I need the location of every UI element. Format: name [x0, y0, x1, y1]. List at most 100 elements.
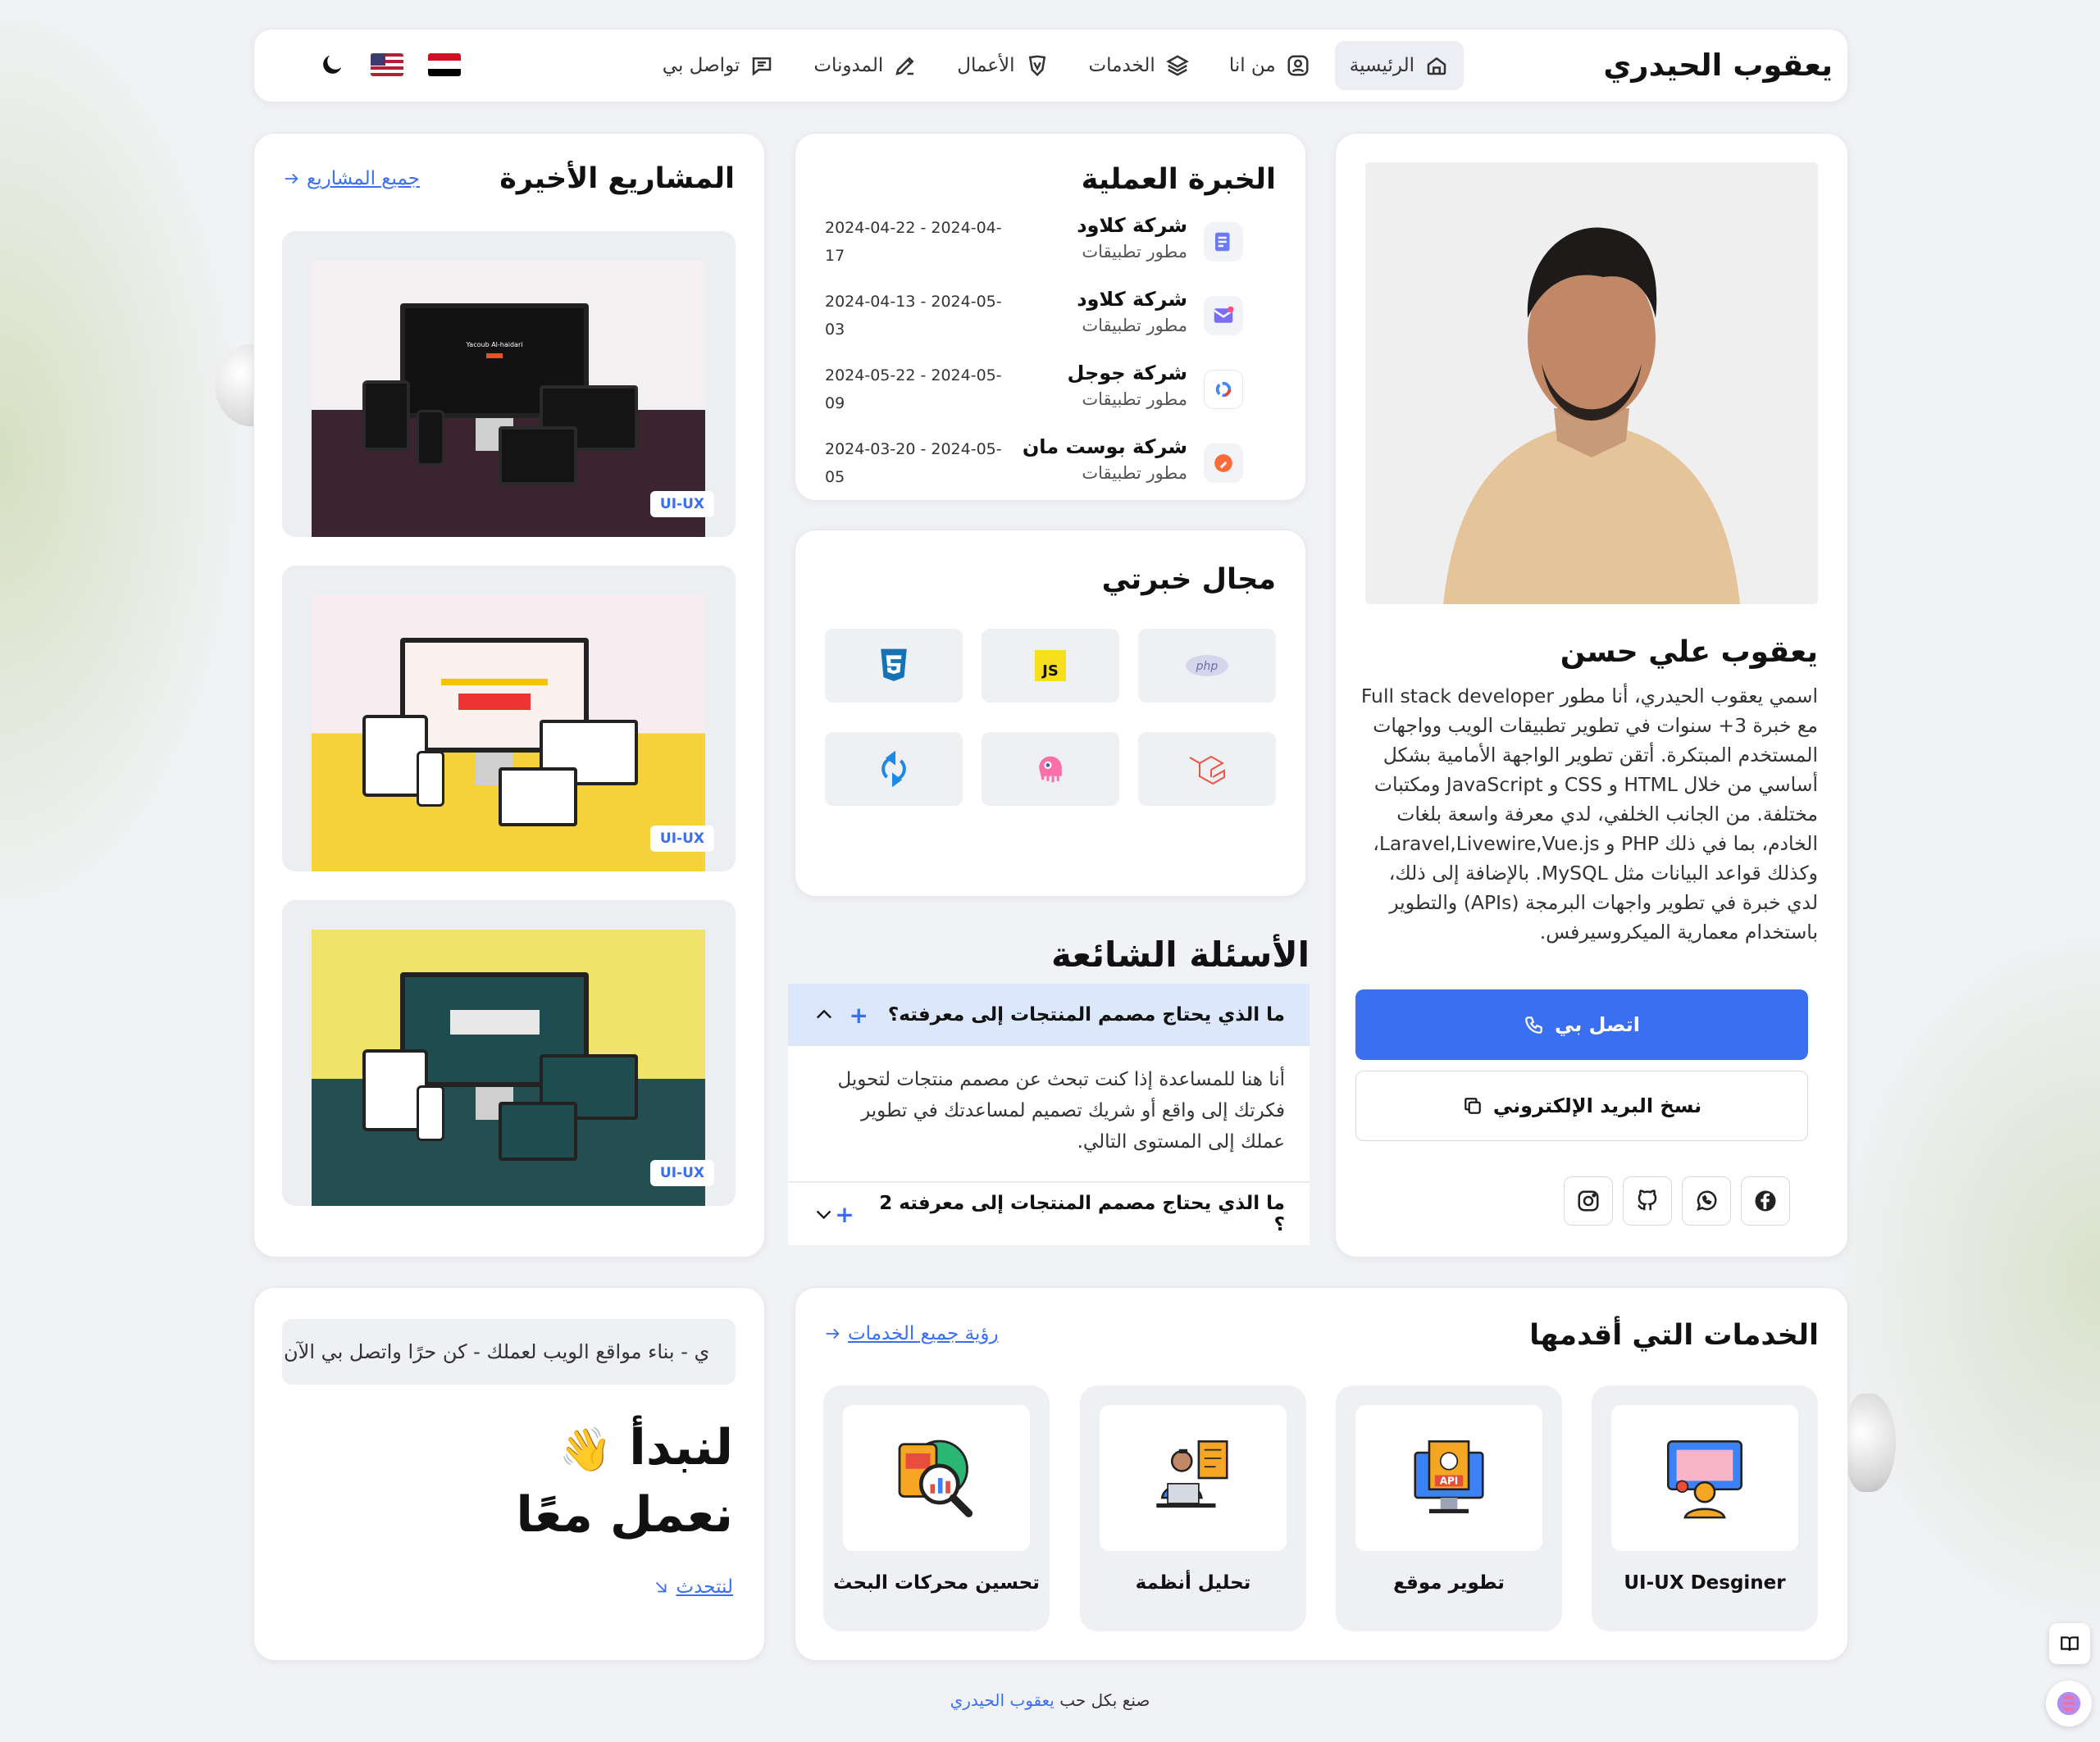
api-label: API	[1440, 1476, 1459, 1487]
service-card[interactable]: تحليل أنظمة	[1080, 1385, 1306, 1631]
chevron-down-icon	[816, 1210, 831, 1220]
skills-title: مجال خبرتي	[1101, 563, 1276, 596]
social-links	[1564, 1176, 1790, 1226]
book-icon	[2061, 1636, 2079, 1651]
experience-item: شركة كلاود مطور تطبيقات 2024-04-13 - 202…	[825, 288, 1243, 353]
skill-php: php	[1138, 629, 1276, 703]
company-name: شركة جوجل	[1067, 362, 1187, 384]
profile-name: يعقوب علي حسن	[1560, 635, 1818, 669]
marquee-text: ي - بناء مواقع الويب لعملك - كن حرًا وات…	[284, 1340, 710, 1363]
cta-line1-text: لنبدأ	[629, 1419, 733, 1476]
experience-item: شركة كلاود مطور تطبيقات 2024-04-22 - 202…	[825, 214, 1243, 280]
service-image	[843, 1405, 1030, 1551]
role-title: مطور تطبيقات	[1082, 316, 1187, 335]
project-tag: UI-UX	[649, 826, 714, 852]
service-card[interactable]: UI-UX Desginer	[1592, 1385, 1818, 1631]
cta-line-1: لنبدأ 👋	[559, 1419, 733, 1476]
waving-hand-icon: 👋	[558, 1426, 613, 1475]
facebook-icon	[1755, 1190, 1776, 1212]
facebook-link[interactable]	[1741, 1176, 1790, 1226]
google-icon	[1204, 370, 1243, 409]
footer: صنع بكل حب يعقوب الحيدري	[0, 1690, 2100, 1710]
main-nav: الرئيسية من انا الخدمات الأعمال المدونات…	[648, 41, 1464, 90]
instagram-icon	[1578, 1190, 1599, 1212]
company-name: شركة كلاود	[1077, 214, 1187, 237]
faq-question-2[interactable]: ما الذي يحتاج مصمم المنتجات إلى معرفته 2…	[788, 1183, 1310, 1245]
reader-mode-button[interactable]	[2049, 1623, 2090, 1664]
nav-item-about[interactable]: من انا	[1214, 41, 1325, 90]
sync-icon	[881, 751, 906, 787]
us-flag-icon[interactable]	[371, 53, 403, 76]
project-tag: UI-UX	[649, 491, 714, 517]
lets-talk-label: لنتحدث	[676, 1576, 733, 1598]
date-range: 2024-04-22 - 2024-04-17	[825, 219, 1002, 265]
javascript-icon: JS	[1035, 650, 1066, 681]
service-image	[1100, 1405, 1287, 1551]
service-label: UI-UX Desginer	[1624, 1572, 1786, 1594]
company-name: شركة بوست مان	[1022, 435, 1187, 458]
css3-icon	[881, 648, 907, 681]
experience-title: الخبرة العملية	[1081, 163, 1276, 196]
project-card[interactable]: UI-UX	[282, 566, 736, 871]
nav-label: الأعمال	[957, 55, 1015, 76]
call-button-label: اتصل بي	[1555, 1013, 1640, 1036]
date-range: 2024-04-13 - 2024-05-03	[825, 293, 1002, 339]
nav-item-services[interactable]: الخدمات	[1074, 41, 1205, 90]
project-card[interactable]: UI-UX	[282, 900, 736, 1206]
decorative-swirl	[1847, 1394, 1896, 1492]
nav-label: المدونات	[813, 55, 884, 76]
cta-line-2: نعمل معًا	[516, 1486, 733, 1544]
all-projects-link[interactable]: جميع المشاريع	[282, 168, 420, 189]
date-range: 2024-05-22 - 2024-05-09	[825, 366, 1002, 412]
project-card[interactable]: Yacoub Al-haidari UI-UX	[282, 231, 736, 537]
nav-label: تواصل بي	[662, 55, 740, 76]
role-title: مطور تطبيقات	[1082, 389, 1187, 409]
profile-photo	[1365, 162, 1818, 604]
invoice-icon	[1204, 222, 1243, 262]
faq-title: الأسئلة الشائعة	[1051, 935, 1310, 975]
nav-label: الرئيسية	[1349, 55, 1414, 76]
copy-email-button[interactable]: نسخ البريد الإلكتروني	[1355, 1071, 1808, 1141]
moon-icon[interactable]	[318, 51, 346, 79]
yemen-flag-icon[interactable]	[428, 53, 461, 76]
arrow-down-right-icon	[655, 1581, 666, 1593]
lets-talk-link[interactable]: لنتحدث	[652, 1576, 733, 1598]
php-icon: php	[1186, 655, 1228, 676]
profile-bio: اسمي يعقوب الحيدري، أنا مطور Full stack …	[1360, 685, 1818, 944]
service-card[interactable]: API تطوير موقع	[1336, 1385, 1562, 1631]
js-text: JS	[1042, 662, 1059, 680]
nav-item-works[interactable]: الأعمال	[942, 41, 1064, 90]
instagram-link[interactable]	[1564, 1176, 1613, 1226]
service-card[interactable]: تحسين محركات البحث	[823, 1385, 1050, 1631]
footer-author-link[interactable]: يعقوب الحيدري	[950, 1690, 1055, 1710]
seo-analytics-icon	[898, 1440, 973, 1517]
ai-assistant-button[interactable]	[2046, 1681, 2092, 1726]
faq-question-text: ما الذي يحتاج مصمم المنتجات إلى معرفته؟	[887, 1004, 1285, 1026]
services-title: الخدمات التي أقدمها	[1529, 1319, 1819, 1352]
service-label: تحليل أنظمة	[1135, 1572, 1251, 1594]
experience-card: الخبرة العملية شركة كلاود مطور تطبيقات 2…	[795, 133, 1306, 501]
shield-icon	[1028, 55, 1045, 77]
nav-item-home[interactable]: الرئيسية	[1334, 41, 1464, 90]
project-thumbnail	[312, 930, 705, 1206]
github-link[interactable]	[1623, 1176, 1672, 1226]
service-image	[1611, 1405, 1798, 1551]
brand-name[interactable]: يعقوب الحيدري	[1603, 48, 1833, 83]
faq-answer-1: أنا هنا للمساعدة إذا كنت تبحث عن مصمم من…	[788, 1046, 1310, 1182]
whatsapp-link[interactable]	[1682, 1176, 1731, 1226]
phone-icon	[1525, 1017, 1542, 1034]
faq-question-text: ما الذي يحتاج مصمم المنتجات إلى معرفته 2…	[879, 1193, 1285, 1235]
message-icon	[753, 57, 772, 76]
ui-ux-designer-icon	[1667, 1440, 1742, 1519]
home-icon	[1427, 57, 1446, 75]
all-services-link[interactable]: رؤية جميع الخدمات	[823, 1323, 999, 1344]
all-projects-label: جميع المشاريع	[307, 168, 420, 189]
role-title: مطور تطبيقات	[1082, 463, 1187, 483]
nav-item-blogs[interactable]: المدونات	[799, 41, 932, 90]
arrow-right-icon	[826, 1328, 840, 1339]
call-me-button[interactable]: اتصل بي	[1355, 989, 1808, 1060]
copy-email-label: نسخ البريد الإلكتروني	[1492, 1094, 1702, 1117]
nav-item-contact[interactable]: تواصل بي	[648, 41, 790, 90]
role-title: مطور تطبيقات	[1082, 242, 1187, 262]
faq-question-1[interactable]: ما الذي يحتاج مصمم المنتجات إلى معرفته؟ …	[788, 984, 1310, 1046]
